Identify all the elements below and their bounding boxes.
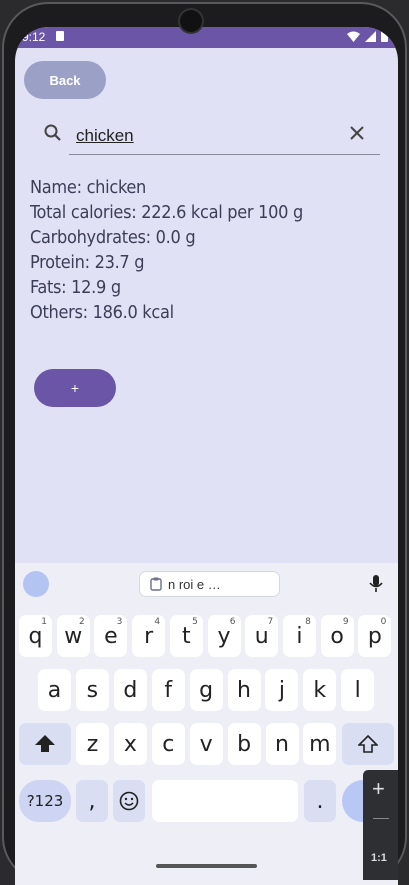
key-f[interactable]: f xyxy=(151,669,185,711)
emoji-key[interactable] xyxy=(113,780,145,822)
add-button[interactable]: + xyxy=(34,369,116,407)
key-x[interactable]: x xyxy=(113,723,147,765)
wifi-icon xyxy=(347,31,360,42)
key-hint: 3 xyxy=(116,617,123,627)
key-u[interactable]: u7 xyxy=(245,615,279,657)
key-s[interactable]: s xyxy=(75,669,109,711)
keyboard-menu-button[interactable] xyxy=(23,571,49,597)
key-t[interactable]: t5 xyxy=(169,615,203,657)
status-icons xyxy=(347,30,388,42)
status-bar: 9:12 xyxy=(15,27,398,48)
key-l[interactable]: l xyxy=(341,669,375,711)
key-q[interactable]: q1 xyxy=(19,615,52,657)
clipboard-icon xyxy=(150,577,162,591)
microphone-icon[interactable] xyxy=(369,575,383,593)
key-g[interactable]: g xyxy=(189,669,223,711)
key-hint: 2 xyxy=(78,617,85,627)
gesture-nav-bar[interactable] xyxy=(156,864,257,868)
food-name: Name: chicken xyxy=(30,177,147,198)
key-label: u xyxy=(254,623,269,649)
food-calories: Total calories: 222.6 kcal per 100 g xyxy=(30,202,303,223)
key-h[interactable]: h xyxy=(227,669,261,711)
emoji-icon xyxy=(119,791,139,811)
key-label: i xyxy=(296,623,303,649)
key-m[interactable]: m xyxy=(303,723,337,765)
key-label: y xyxy=(217,623,231,649)
key-label: p xyxy=(367,623,382,649)
comma-key[interactable]: , xyxy=(76,780,108,822)
food-protein: Protein: 23.7 g xyxy=(30,252,145,273)
search-icon[interactable] xyxy=(43,123,63,143)
front-camera xyxy=(180,10,202,32)
clipboard-text: n roi e … xyxy=(168,576,221,592)
key-hint: 9 xyxy=(342,617,349,627)
key-i[interactable]: i8 xyxy=(282,615,316,657)
shift-key[interactable] xyxy=(19,723,71,765)
sd-card-icon xyxy=(56,31,64,41)
key-hint: 7 xyxy=(267,617,274,627)
zoom-label[interactable]: 1:1 xyxy=(371,852,387,864)
key-d[interactable]: d xyxy=(113,669,147,711)
divider xyxy=(373,818,389,819)
clipboard-suggestion[interactable]: n roi e … xyxy=(139,571,280,597)
keyboard-toolbar: n roi e … xyxy=(15,563,398,605)
key-label: q xyxy=(28,623,43,649)
status-time: 9:12 xyxy=(22,30,46,44)
emulator-side-panel: + 1:1 xyxy=(363,770,398,880)
key-v[interactable]: v xyxy=(189,723,223,765)
shift-outline-icon xyxy=(358,735,378,753)
key-hint: 8 xyxy=(305,617,311,627)
key-label: w xyxy=(64,623,83,649)
battery-icon xyxy=(381,30,388,42)
app-screen: 9:12 Back chicken Name: chicken Total ca… xyxy=(15,27,398,885)
key-c[interactable]: c xyxy=(151,723,185,765)
key-n[interactable]: n xyxy=(265,723,299,765)
shift-right-key[interactable] xyxy=(342,723,394,765)
period-key[interactable]: . xyxy=(304,780,336,822)
key-k[interactable]: k xyxy=(303,669,337,711)
key-a[interactable]: a xyxy=(38,669,71,711)
key-o[interactable]: o9 xyxy=(320,615,354,657)
key-hint: 0 xyxy=(380,617,387,627)
shift-filled-icon xyxy=(35,735,55,752)
soft-keyboard: n roi e … q1w2e3r4t5y6u7i8o9p0 asdfghjkl… xyxy=(15,563,398,885)
key-e[interactable]: e3 xyxy=(94,615,128,657)
key-r[interactable]: r4 xyxy=(132,615,166,657)
key-p[interactable]: p0 xyxy=(358,615,392,657)
close-icon[interactable] xyxy=(349,125,365,141)
back-button[interactable]: Back xyxy=(24,61,106,99)
food-others: Others: 186.0 kcal xyxy=(30,302,174,323)
key-label: o xyxy=(330,623,344,649)
key-w[interactable]: w2 xyxy=(56,615,90,657)
key-hint: 4 xyxy=(154,617,161,627)
food-carbohydrates: Carbohydrates: 0.0 g xyxy=(30,227,196,248)
search-input[interactable]: chicken xyxy=(69,117,380,155)
food-info: Name: chicken Total calories: 222.6 kcal… xyxy=(30,175,303,325)
key-label: e xyxy=(104,623,118,649)
key-hint: 6 xyxy=(229,617,236,627)
key-hint: 1 xyxy=(41,617,47,627)
key-z[interactable]: z xyxy=(76,723,109,765)
key-label: t xyxy=(181,623,191,649)
signal-icon xyxy=(365,30,376,42)
space-key[interactable] xyxy=(152,780,298,822)
key-hint: 5 xyxy=(192,617,198,627)
symbols-key[interactable]: ?123 xyxy=(19,780,71,822)
plus-icon[interactable]: + xyxy=(372,776,385,802)
key-j[interactable]: j xyxy=(265,669,299,711)
key-label: r xyxy=(144,623,154,649)
key-y[interactable]: y6 xyxy=(207,615,241,657)
food-fats: Fats: 12.9 g xyxy=(30,277,121,298)
key-b[interactable]: b xyxy=(227,723,261,765)
